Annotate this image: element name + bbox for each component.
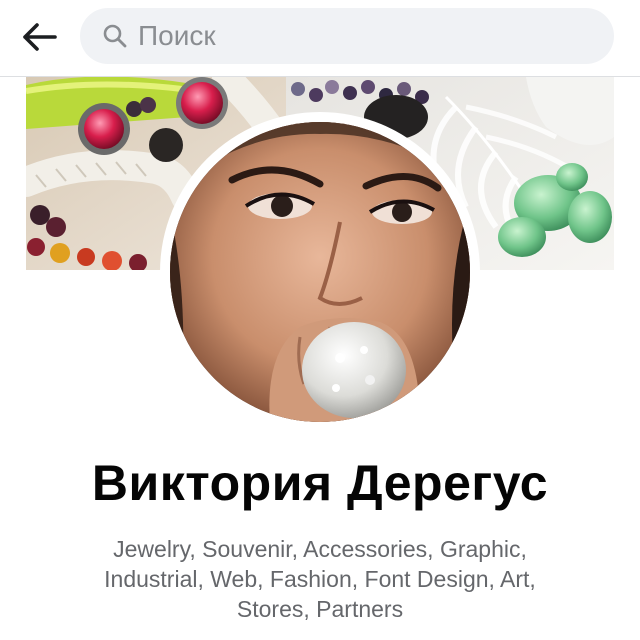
avatar[interactable] [170,122,470,422]
search-icon [102,23,128,49]
bio-line: Stores, Partners [236,596,404,622]
search-bar[interactable] [80,8,614,64]
top-bar [0,0,640,77]
bio-line: Industrial, Web, Fashion, Font Design, A… [104,566,536,592]
profile-page: Виктория Дерегус Jewelry, Souvenir, Acce… [0,0,640,640]
bio-line: Jewelry, Souvenir, Accessories, Graphic, [113,536,527,562]
profile-bio: Jewelry, Souvenir, Accessories, Graphic,… [60,534,580,624]
back-button[interactable] [18,16,60,58]
profile-name: Виктория Дерегус [91,455,549,511]
avatar-image [170,122,470,422]
arrow-left-icon [23,23,57,51]
search-input[interactable] [138,16,578,56]
